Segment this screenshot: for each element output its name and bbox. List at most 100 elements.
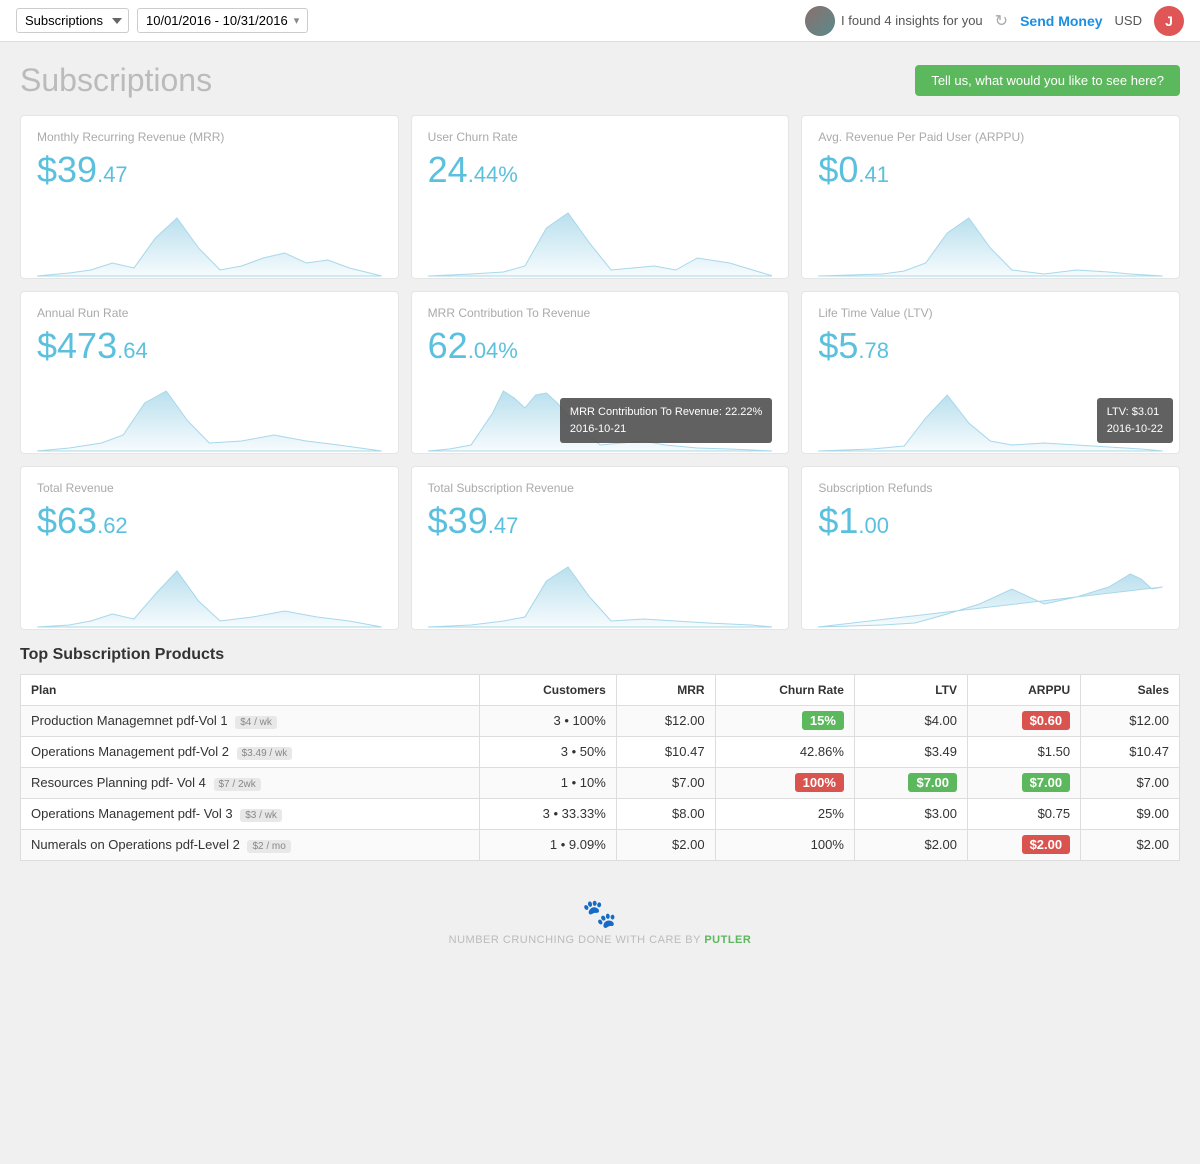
- metric-mrr-contrib-chart: MRR Contribution To Revenue: 22.22%2016-…: [428, 373, 773, 453]
- cell-ltv: $3.49: [854, 736, 967, 767]
- metric-arr-chart: [37, 373, 382, 453]
- currency-label: USD: [1115, 13, 1142, 28]
- metric-total-sub-rev: Total Subscription Revenue $39.47: [411, 466, 790, 630]
- table-row: Production Managemnet pdf-Vol 1 $4 / wk3…: [21, 705, 1180, 736]
- metric-arr: Annual Run Rate $473.64: [20, 291, 399, 455]
- col-plan: Plan: [21, 674, 480, 705]
- plan-price-tag: $2 / mo: [247, 840, 290, 853]
- cell-sales: $10.47: [1081, 736, 1180, 767]
- metric-arppu-value: $0.41: [818, 150, 1163, 190]
- cell-plan: Numerals on Operations pdf-Level 2 $2 / …: [21, 829, 480, 860]
- table-header-row: Plan Customers MRR Churn Rate LTV ARPPU …: [21, 674, 1180, 705]
- refresh-icon[interactable]: ↻: [995, 11, 1008, 31]
- metric-arr-value: $473.64: [37, 326, 382, 366]
- insights-section: I found 4 insights for you: [805, 6, 983, 36]
- col-sales: Sales: [1081, 674, 1180, 705]
- metric-total-rev-value: $63.62: [37, 501, 382, 541]
- cell-mrr: $2.00: [616, 829, 715, 860]
- churn-badge-green: 15%: [802, 711, 844, 730]
- cell-customers: 3 • 50%: [479, 736, 616, 767]
- cell-customers: 1 • 9.09%: [479, 829, 616, 860]
- send-money-button[interactable]: Send Money: [1020, 13, 1102, 29]
- avatar-image: [805, 6, 835, 36]
- date-range-chevron-icon: ▾: [294, 14, 300, 27]
- metric-mrr-contrib-title: MRR Contribution To Revenue: [428, 306, 773, 320]
- cell-arppu: $0.75: [968, 798, 1081, 829]
- metric-total-sub-rev-title: Total Subscription Revenue: [428, 481, 773, 495]
- cell-sales: $2.00: [1081, 829, 1180, 860]
- view-selector[interactable]: Subscriptions Revenue Customers: [16, 8, 129, 33]
- cell-customers: 3 • 100%: [479, 705, 616, 736]
- metric-total-sub-rev-chart: [428, 549, 773, 629]
- footer-brand-link[interactable]: PUTLER: [704, 934, 751, 946]
- cell-arppu: $2.00: [968, 829, 1081, 860]
- page-title: Subscriptions: [20, 62, 212, 99]
- metric-arr-title: Annual Run Rate: [37, 306, 382, 320]
- cell-customers: 1 • 10%: [479, 767, 616, 798]
- metric-churn-title: User Churn Rate: [428, 130, 773, 144]
- metric-refunds-chart: [818, 549, 1163, 629]
- metric-mrr-contrib: MRR Contribution To Revenue 62.04% MRR C…: [411, 291, 790, 455]
- table-row: Numerals on Operations pdf-Level 2 $2 / …: [21, 829, 1180, 860]
- arppu-badge-red: $0.60: [1022, 711, 1071, 730]
- page-content: Subscriptions Tell us, what would you li…: [0, 42, 1200, 966]
- cell-arppu: $0.60: [968, 705, 1081, 736]
- nav-right: I found 4 insights for you ↻ Send Money …: [805, 6, 1184, 36]
- metric-churn-chart: [428, 198, 773, 278]
- plan-price-tag: $3.49 / wk: [237, 747, 293, 760]
- top-navigation: Subscriptions Revenue Customers 10/01/20…: [0, 0, 1200, 42]
- cell-plan: Production Managemnet pdf-Vol 1 $4 / wk: [21, 705, 480, 736]
- cell-plan: Resources Planning pdf- Vol 4 $7 / 2wk: [21, 767, 480, 798]
- cell-arppu: $1.50: [968, 736, 1081, 767]
- cell-churn-rate: 100%: [715, 767, 854, 798]
- date-range-button[interactable]: 10/01/2016 - 10/31/2016 ▾: [137, 8, 308, 33]
- footer-icon: 🐾: [20, 897, 1180, 930]
- table-row: Resources Planning pdf- Vol 4 $7 / 2wk1 …: [21, 767, 1180, 798]
- col-ltv: LTV: [854, 674, 967, 705]
- plan-price-tag: $7 / 2wk: [214, 778, 261, 791]
- plan-price-tag: $3 / wk: [240, 809, 282, 822]
- metric-churn: User Churn Rate 24.44%: [411, 115, 790, 279]
- col-churn-rate: Churn Rate: [715, 674, 854, 705]
- insights-text: I found 4 insights for you: [841, 13, 983, 28]
- metric-mrr-contrib-value: 62.04%: [428, 326, 773, 366]
- cell-sales: $7.00: [1081, 767, 1180, 798]
- cell-churn-rate: 15%: [715, 705, 854, 736]
- subscription-products-table: Plan Customers MRR Churn Rate LTV ARPPU …: [20, 674, 1180, 861]
- metric-arppu-chart: [818, 198, 1163, 278]
- ltv-badge-green: $7.00: [908, 773, 957, 792]
- user-avatar[interactable]: J: [1154, 6, 1184, 36]
- arppu-badge-green: $7.00: [1022, 773, 1071, 792]
- metric-total-sub-rev-value: $39.47: [428, 501, 773, 541]
- plan-price-tag: $4 / wk: [235, 716, 277, 729]
- metrics-grid: Monthly Recurring Revenue (MRR) $39.47 U…: [20, 115, 1180, 630]
- metric-mrr-title: Monthly Recurring Revenue (MRR): [37, 130, 382, 144]
- cell-ltv: $3.00: [854, 798, 967, 829]
- ltv-tooltip: LTV: $3.012016-10-22: [1097, 398, 1173, 443]
- cell-mrr: $12.00: [616, 705, 715, 736]
- date-range-label: 10/01/2016 - 10/31/2016: [146, 13, 288, 28]
- cell-mrr: $10.47: [616, 736, 715, 767]
- table-section: Top Subscription Products Plan Customers…: [20, 646, 1180, 861]
- metric-mrr: Monthly Recurring Revenue (MRR) $39.47: [20, 115, 399, 279]
- metric-mrr-value: $39.47: [37, 150, 382, 190]
- metric-churn-value: 24.44%: [428, 150, 773, 190]
- cell-ltv: $2.00: [854, 829, 967, 860]
- metric-ltv: Life Time Value (LTV) $5.78 LTV: $3.0120…: [801, 291, 1180, 455]
- cell-mrr: $8.00: [616, 798, 715, 829]
- cell-churn-rate: 25%: [715, 798, 854, 829]
- cell-churn-rate: 100%: [715, 829, 854, 860]
- metric-total-rev-chart: [37, 549, 382, 629]
- tell-us-button[interactable]: Tell us, what would you like to see here…: [915, 65, 1180, 96]
- metric-total-rev: Total Revenue $63.62: [20, 466, 399, 630]
- metric-refunds-value: $1.00: [818, 501, 1163, 541]
- page-header: Subscriptions Tell us, what would you li…: [20, 62, 1180, 99]
- table-title: Top Subscription Products: [20, 646, 1180, 664]
- cell-sales: $12.00: [1081, 705, 1180, 736]
- mrr-contrib-tooltip: MRR Contribution To Revenue: 22.22%2016-…: [560, 398, 772, 443]
- col-customers: Customers: [479, 674, 616, 705]
- metric-ltv-chart: LTV: $3.012016-10-22: [818, 373, 1163, 453]
- table-row: Operations Management pdf-Vol 2 $3.49 / …: [21, 736, 1180, 767]
- col-arppu: ARPPU: [968, 674, 1081, 705]
- metric-mrr-chart: [37, 198, 382, 278]
